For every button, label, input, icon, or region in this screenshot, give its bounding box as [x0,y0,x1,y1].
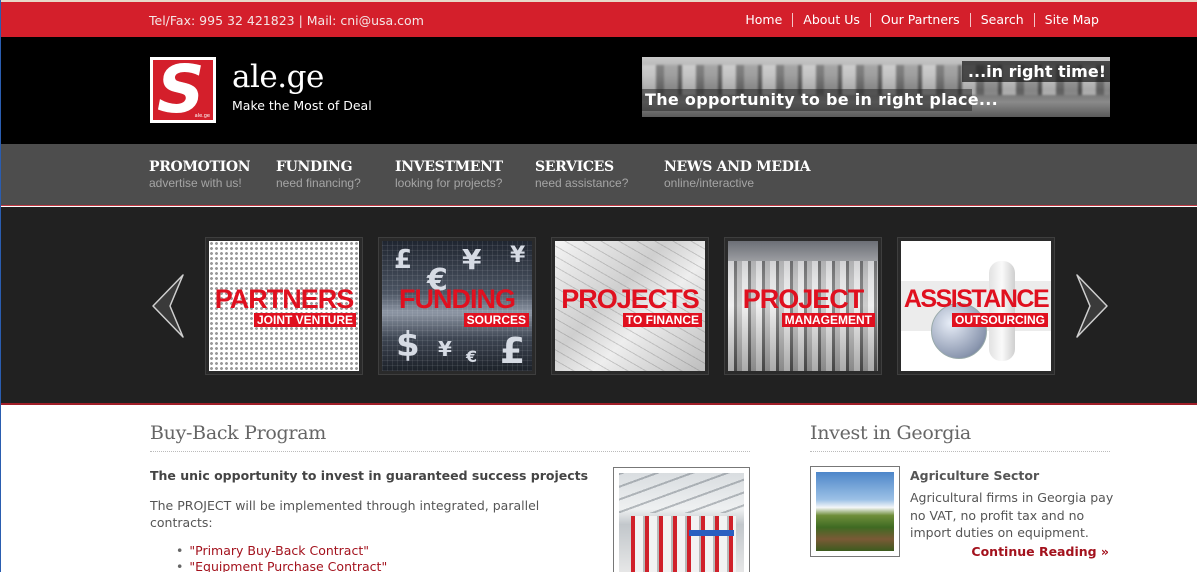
tagline: Make the Most of Deal [232,98,372,113]
top-nav: Home About Us Our Partners Search Site M… [735,13,1109,27]
slider-next-button[interactable] [1074,273,1110,339]
invest-divider [810,451,1110,452]
slide-assistance[interactable]: ASSISTANCE OUTSOURCING [897,237,1055,375]
top-bar: Tel/Fax: 995 32 421823 | Mail: cni@usa.c… [1,0,1197,37]
slide-partners[interactable]: PARTNERS JOINT VENTURE [205,237,363,375]
feature-slider: PARTNERS JOINT VENTURE £ € ¥ ¥ $ ¥ € £ F… [1,207,1197,405]
nav-news-and-media[interactable]: NEWS AND MEDIA online/interactive [664,159,811,190]
top-link-search[interactable]: Search [969,13,1034,27]
nav-sublabel: advertise with us! [149,176,242,190]
euro-symbol: € [466,347,478,366]
nav-sublabel: online/interactive [664,176,755,190]
top-link-our-partners[interactable]: Our Partners [869,13,970,27]
logo-mark: S ale.ge [153,60,213,120]
nav-sublabel: looking for projects? [395,176,503,190]
slide-title: FUNDING [399,284,516,314]
buyback-divider [150,451,750,452]
factory-photo [613,467,750,572]
chevron-left-icon [152,274,184,338]
main-nav: PROMOTION advertise with us! FUNDING nee… [1,144,1197,206]
dollar-symbol: $ [396,325,420,365]
slide-subtitle: SOURCES [463,313,529,327]
nav-label: FUNDING [276,159,353,175]
invest-subheading: Agriculture Sector [910,468,1040,483]
buyback-lead: The unic opportunity to invest in guaran… [150,468,589,483]
buyback-title: Buy-Back Program [150,422,326,444]
top-link-site-map[interactable]: Site Map [1033,13,1109,27]
nav-funding[interactable]: FUNDING need financing? [276,159,361,190]
slide-subtitle: TO FINANCE [622,313,702,327]
factory-image [619,473,744,572]
nav-label: INVESTMENT [395,159,503,175]
slide-title: PROJECT [742,284,865,314]
top-link-home[interactable]: Home [735,13,792,27]
yen-symbol: ¥ [462,243,482,276]
contracts-list: "Primary Buy-Back Contract" "Equipment P… [176,543,387,572]
invest-title: Invest in Georgia [810,422,971,444]
content-area: Buy-Back Program The unic opportunity to… [1,407,1197,572]
slide-image: ASSISTANCE OUTSOURCING [901,241,1051,371]
continue-reading-link[interactable]: Continue Reading » [971,544,1109,559]
slide-image: PROJECTS TO FINANCE [555,241,705,371]
slide-projects[interactable]: PROJECTS TO FINANCE [551,237,709,375]
header-banner: ...in right time! The opportunity to be … [642,57,1110,117]
banner-line-1: ...in right time! [961,61,1110,82]
logo[interactable]: S ale.ge [150,57,216,123]
machinery-graphic [631,516,736,572]
nav-investment[interactable]: INVESTMENT looking for projects? [395,159,503,190]
agriculture-photo [810,466,900,557]
slide-subtitle: MANAGEMENT [781,313,875,327]
pound-symbol: £ [394,245,413,275]
list-item: "Equipment Purchase Contract" [176,559,387,572]
logo-mini-text: ale.ge [194,113,210,119]
nav-label: PROMOTION [149,159,251,175]
contract-link[interactable]: "Equipment Purchase Contract" [189,559,387,572]
logo-letter: S [157,60,205,120]
nav-label: SERVICES [535,159,614,175]
slide-title: PARTNERS [214,284,355,314]
nav-label: NEWS AND MEDIA [664,159,811,175]
slide-subtitle: JOINT VENTURE [253,313,356,327]
slider-prev-button[interactable] [150,273,186,339]
pound-symbol: £ [500,331,526,371]
yen-symbol: ¥ [438,337,452,361]
site-name[interactable]: ale.ge [232,59,324,95]
slide-image: PARTNERS JOINT VENTURE [209,241,359,371]
nav-promotion[interactable]: PROMOTION advertise with us! [149,159,251,190]
yen-symbol: ¥ [510,243,526,268]
buyback-paragraph: The PROJECT will be implemented through … [150,498,540,530]
nav-sublabel: need financing? [276,176,361,190]
nav-sublabel: need assistance? [535,176,629,190]
slide-project-management[interactable]: PROJECT MANAGEMENT [724,237,882,375]
slide-subtitle: OUTSOURCING [952,313,1048,327]
agriculture-image [816,472,894,551]
slide-title: ASSISTANCE [903,285,1050,313]
machinery-blue-part [689,530,734,536]
slide-title: PROJECTS [561,284,700,314]
roof-graphic [619,473,744,513]
nav-services[interactable]: SERVICES need assistance? [535,159,628,190]
banner-line-2: The opportunity to be in right place... [645,90,999,109]
chevron-right-icon [1076,274,1108,338]
list-item: "Primary Buy-Back Contract" [176,543,387,559]
slide-funding[interactable]: £ € ¥ ¥ $ ¥ € £ FUNDING SOURCES [378,237,536,375]
slide-image: PROJECT MANAGEMENT [728,241,878,371]
header: S ale.ge ale.ge Make the Most of Deal ..… [1,37,1197,144]
contract-link[interactable]: "Primary Buy-Back Contract" [189,543,369,558]
contact-info: Tel/Fax: 995 32 421823 | Mail: cni@usa.c… [149,13,424,28]
top-link-about-us[interactable]: About Us [792,13,870,27]
invest-text: Agricultural firms in Georgia pay no VAT… [910,490,1114,540]
slide-image: £ € ¥ ¥ $ ¥ € £ FUNDING SOURCES [382,241,532,371]
